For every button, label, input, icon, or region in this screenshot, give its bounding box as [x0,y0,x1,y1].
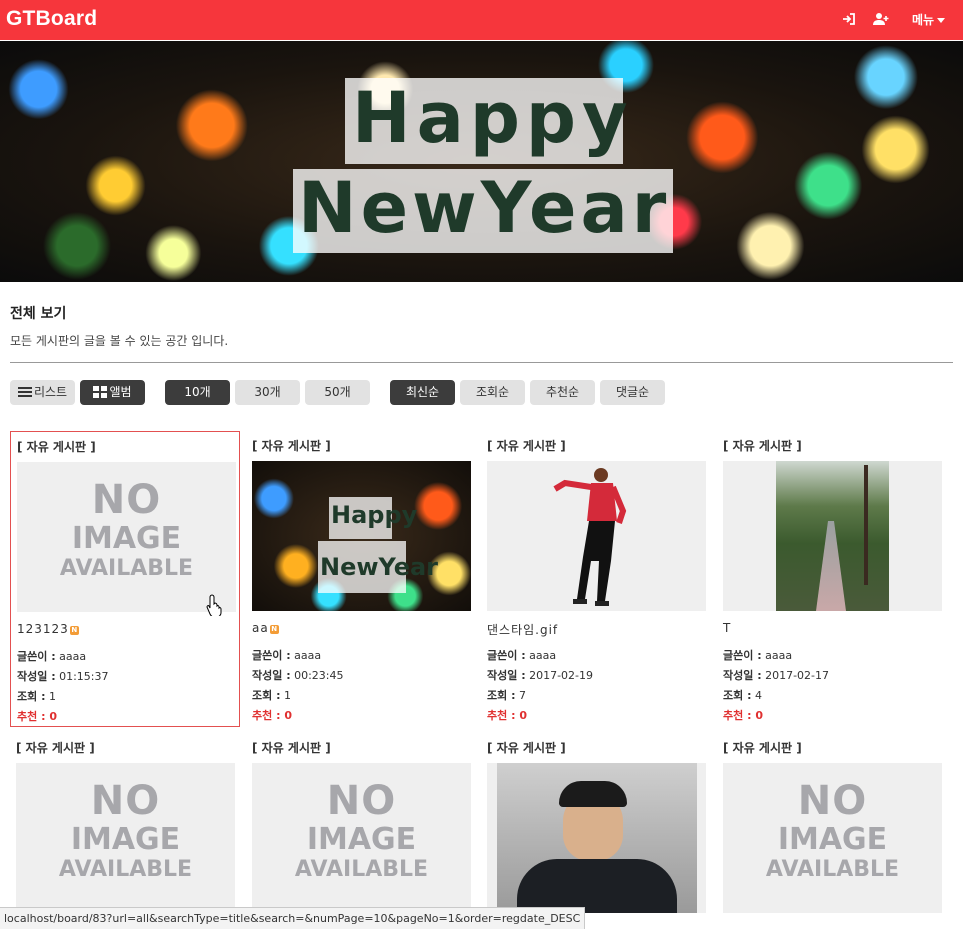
list-icon [17,387,32,397]
order-recommend-button[interactable]: 추천순 [530,380,595,405]
count-10-button[interactable]: 10개 [165,380,230,405]
card-board-name[interactable]: [ 자유 게시판 ] [16,739,95,756]
post-title[interactable]: aa N [252,621,279,635]
menu-label: 메뉴 [912,13,935,27]
thumbnail-person-photo[interactable] [487,763,706,913]
post-title[interactable]: T [723,621,731,635]
post-card[interactable]: [ 자유 게시판 ] T 글쓴이 : aaaa 작성일 : 2017-02-17… [717,431,947,727]
card-board-name[interactable]: [ 자유 게시판 ] [723,739,802,756]
thumbnail-no-image[interactable]: NO IMAGE AVAILABLE [16,763,235,913]
thumbnail-no-image[interactable]: NO IMAGE AVAILABLE [723,763,942,913]
thumbnail-no-image[interactable]: NO IMAGE AVAILABLE [17,462,236,612]
card-board-name[interactable]: [ 자유 게시판 ] [487,739,566,756]
thumbnail-no-image[interactable]: NO IMAGE AVAILABLE [252,763,471,913]
post-card[interactable]: [ 자유 게시판 ] NO IMAGE AVAILABLE [717,733,947,929]
new-badge: N [69,626,79,635]
post-title[interactable]: 댄스타임.gif [487,621,558,638]
thumbnail-happy-new-year[interactable]: Happy NewYear [252,461,471,611]
post-author: 글쓴이 : aaaa [723,649,793,662]
brand-logo[interactable]: GTBoard [6,7,97,31]
view-list-button[interactable]: 리스트 [10,380,75,405]
post-date: 작성일 : 2017-02-19 [487,669,594,682]
order-comments-button[interactable]: 댓글순 [600,380,665,405]
post-recommend: 추천 : 0 [252,709,292,722]
banner-image: Happy NewYear [0,41,963,282]
no-image-placeholder: NO IMAGE AVAILABLE [59,477,194,581]
post-recommend: 추천 : 0 [487,709,527,722]
card-board-name[interactable]: [ 자유 게시판 ] [723,437,802,454]
caret-down-icon [937,18,946,23]
post-date: 작성일 : 00:23:45 [252,669,344,682]
no-image-placeholder: NO IMAGE AVAILABLE [58,778,193,882]
user-plus-icon[interactable] [873,12,889,26]
thumbnail-dancer[interactable] [487,461,706,611]
divider [10,362,953,363]
post-card[interactable]: [ 자유 게시판 ] [481,733,711,929]
menu-dropdown[interactable]: 메뉴 [912,11,946,28]
no-image-placeholder: NO IMAGE AVAILABLE [294,778,429,882]
card-board-name[interactable]: [ 자유 게시판 ] [487,437,566,454]
post-views: 조회 : 1 [17,690,56,703]
post-views: 조회 : 4 [723,689,762,702]
hand-cursor-icon [206,594,222,616]
dancer-figure [553,468,627,606]
post-date: 작성일 : 01:15:37 [17,670,109,683]
sign-in-icon[interactable] [842,12,856,26]
post-title[interactable]: 123123 N [17,622,79,636]
view-album-label: 앨범 [109,385,132,399]
page-description: 모든 게시판의 글을 볼 수 있는 공간 입니다. [10,334,229,348]
banner-line-1: Happy [352,77,634,159]
post-author: 글쓴이 : aaaa [17,650,87,663]
order-latest-button[interactable]: 최신순 [390,380,455,405]
top-navbar: GTBoard 메뉴 [0,0,963,40]
post-views: 조회 : 1 [252,689,291,702]
page-title: 전체 보기 [10,306,67,322]
order-views-button[interactable]: 조회순 [460,380,525,405]
post-recommend: 추천 : 0 [723,709,763,722]
view-list-label: 리스트 [33,385,68,399]
no-image-placeholder: NO IMAGE AVAILABLE [765,778,900,882]
card-board-name[interactable]: [ 자유 게시판 ] [252,739,331,756]
post-date: 작성일 : 2017-02-17 [723,669,830,682]
post-card[interactable]: [ 자유 게시판 ] NO IMAGE AVAILABLE 123123 N 글쓴이 … [10,431,240,727]
count-50-button[interactable]: 50개 [305,380,370,405]
post-card[interactable]: [ 자유 게시판 ] NO IMAGE AVAILABLE [246,733,476,929]
view-album-button[interactable]: 앨범 [80,380,145,405]
post-card[interactable]: [ 자유 게시판 ] NO IMAGE AVAILABLE [10,733,240,929]
card-board-name[interactable]: [ 자유 게시판 ] [17,438,96,455]
post-views: 조회 : 7 [487,689,526,702]
thumbnail-forest-path[interactable] [723,461,942,611]
post-card[interactable]: [ 자유 게시판 ] Happy NewYear aa N 글쓴이 : aaaa … [246,431,476,727]
browser-status-bar: localhost/board/83?url=all&searchType=ti… [0,907,586,929]
post-recommend: 추천 : 0 [17,710,57,723]
grid-icon [93,386,108,398]
post-card[interactable]: [ 자유 게시판 ] 댄스타임.gif 글쓴이 : aaaa 작성일 : 201… [481,431,711,727]
banner-line-2: NewYear [298,167,671,249]
post-author: 글쓴이 : aaaa [487,649,557,662]
count-30-button[interactable]: 30개 [235,380,300,405]
card-board-name[interactable]: [ 자유 게시판 ] [252,437,331,454]
new-badge: N [269,625,279,634]
post-author: 글쓴이 : aaaa [252,649,322,662]
